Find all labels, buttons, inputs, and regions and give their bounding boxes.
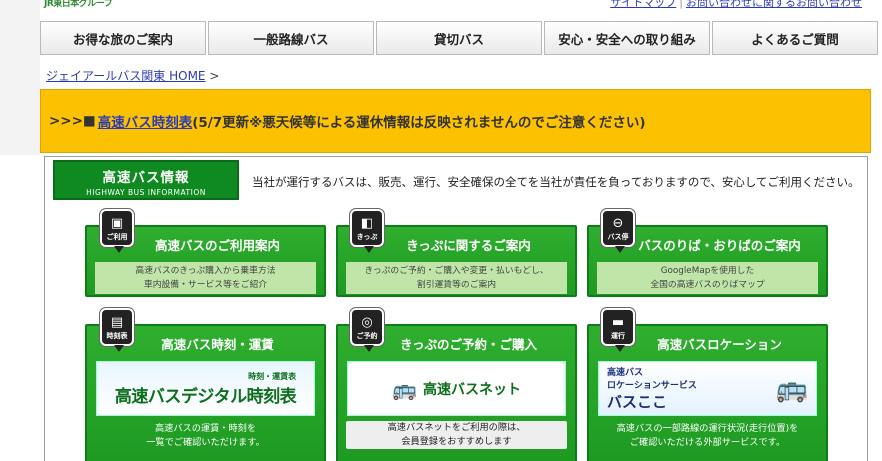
bus-net-banner[interactable]: 🚌 高速バスネット <box>347 361 566 416</box>
timetable-icon: ▤ 時刻表 <box>100 308 134 352</box>
badge-label: きっぷ <box>356 233 378 241</box>
nav-charter-bus[interactable]: 貸切バス <box>376 21 542 55</box>
sitemap-link[interactable]: サイトマップ <box>610 0 676 9</box>
badge-label: 時刻表 <box>106 332 128 340</box>
card-description: GoogleMapを使用した 全国の高速バスのりばマップ <box>597 262 818 294</box>
nav-deals[interactable]: お得な旅のご案内 <box>40 21 206 55</box>
nav-local-bus[interactable]: 一般路線バス <box>208 21 374 55</box>
bus-mascot-icon: 🚌 <box>392 376 417 401</box>
card-description: きっぷのご予約・ご購入や変更・払いもどし、 割引運賃等のご案内 <box>346 262 567 294</box>
location-banner[interactable]: 高速バス ロケーションサービス バスここ 🚌 <box>598 361 817 416</box>
desc-line: 全国の高速バスのりばマップ <box>650 280 765 290</box>
desc-line: GoogleMapを使用した <box>660 266 755 276</box>
banner-title: 高速バスネット <box>422 381 521 398</box>
foot-line: 会員登録をおすすめします <box>401 436 512 447</box>
banner-small: 時刻・運賃表 <box>248 371 297 381</box>
bus-stop-icon: ⊖ バス停 <box>601 209 635 253</box>
section-subtitle: HIGHWAY BUS INFORMATION <box>86 188 206 197</box>
page: JR東日本グループ サイトマップ | お問い合わせに関するお問い合わせ お得な旅のご… <box>0 0 882 461</box>
highway-bus-section: 高速バス情報 HIGHWAY BUS INFORMATION 当社が運行するバス… <box>44 156 868 461</box>
nav-faq[interactable]: よくあるご質問 <box>712 21 878 55</box>
desc-line: 高速バスのきっぷ購入から乗車方法 <box>135 266 276 276</box>
logo-text[interactable]: JR東日本グループ <box>44 0 113 9</box>
breadcrumb-home[interactable]: ジェイアールバス関東 HOME <box>46 69 206 83</box>
contact-link[interactable]: お問い合わせに関するお問い合わせ <box>686 0 862 9</box>
card-footer: 高速バスの運賃・時刻を 一覧でご確認いただけます。 <box>95 422 316 450</box>
badge-label: ご予約 <box>356 332 378 340</box>
card-footer: 高速バスネットをご利用の際は、 会員登録をおすすめします <box>346 421 567 449</box>
section-heading: 高速バス情報 HIGHWAY BUS INFORMATION <box>53 160 239 200</box>
card-description: 高速バスのきっぷ購入から乗車方法 車内設備・サービス等をご紹介 <box>95 262 316 294</box>
card-footer: 高速バスの一部路線の運行状況(走行位置)を ご確認いただける外部サービスです。 <box>597 422 818 450</box>
bus-icon: ▣ ご利用 <box>100 209 134 253</box>
foot-line: 高速バスの運賃・時刻を <box>154 423 257 434</box>
notice-text: (5/7更新※悪天候等による運休情報は反映されませんのでご注意ください) <box>192 115 646 131</box>
notice-banner: >>>■ 高速バス時刻表 (5/7更新※悪天候等による運休情報は反映されませんの… <box>40 89 871 153</box>
desc-line: きっぷのご予約・ご購入や変更・払いもどし、 <box>364 266 549 276</box>
foot-line: 一覧でご確認いただけます。 <box>146 437 265 448</box>
foot-line: 高速バスの一部路線の運行状況(走行位置)を <box>616 423 799 434</box>
timetable-link[interactable]: 高速バス時刻表 <box>98 111 193 131</box>
side-background <box>0 0 40 155</box>
desc-line: 割引運賃等のご案内 <box>416 280 497 290</box>
banner-title: バスここ <box>607 393 668 411</box>
location-icon: ▬ 運行 <box>601 308 635 352</box>
foot-line: 高速バスネットをご利用の際は、 <box>387 422 526 433</box>
banner-title: 高速バスデジタル時刻表 <box>114 386 297 407</box>
top-links: サイトマップ | お問い合わせに関するお問い合わせ <box>610 0 862 10</box>
breadcrumb-separator: > <box>209 69 220 83</box>
section-intro: 当社が運行するバスは、販売、運行、安全確保の全てを当社が責任を負っておりますので… <box>252 175 860 189</box>
section-title: 高速バス情報 <box>102 170 190 186</box>
badge-label: バス停 <box>607 233 629 241</box>
nav-safety[interactable]: 安心・安全への取り組み <box>544 21 710 55</box>
foot-line: ご確認いただける外部サービスです。 <box>629 437 786 448</box>
reservation-icon: ◎ ご予約 <box>350 308 384 352</box>
desc-line: 車内設備・サービス等をご紹介 <box>143 280 268 290</box>
banner-small: 高速バス <box>607 368 644 378</box>
notice-prefix: >>>■ <box>49 113 96 129</box>
breadcrumb: ジェイアールバス関東 HOME > <box>46 67 219 84</box>
timetable-banner[interactable]: 時刻・運賃表 高速バスデジタル時刻表 <box>96 361 315 416</box>
banner-small-2: ロケーションサービス <box>607 381 697 391</box>
ticket-icon: ◧ きっぷ <box>350 209 384 253</box>
global-nav: お得な旅のご案内 一般路線バス 貸切バス 安心・安全への取り組み よくあるご質問 <box>40 21 878 55</box>
badge-label: ご利用 <box>106 233 128 241</box>
bus-icon: 🚌 <box>775 373 808 404</box>
badge-label: 運行 <box>611 332 625 340</box>
